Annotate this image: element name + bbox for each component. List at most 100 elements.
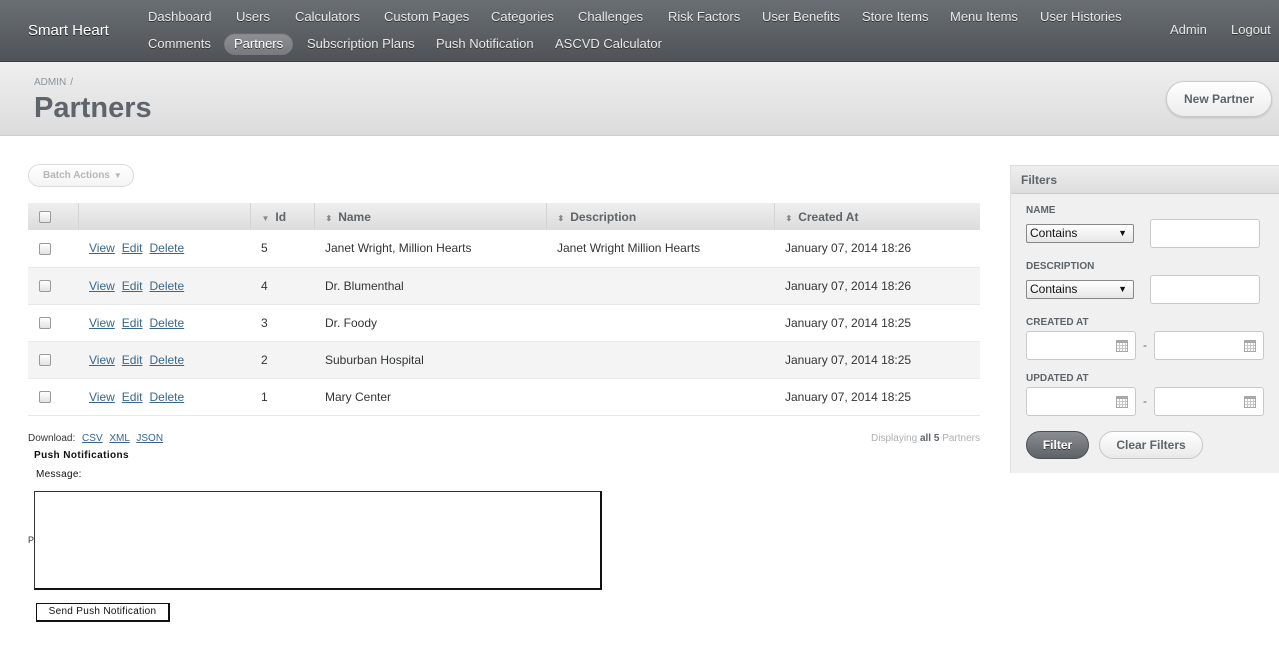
calendar-icon[interactable] bbox=[1116, 340, 1128, 352]
cell-description: Janet Wright Million Hearts bbox=[546, 230, 774, 268]
cell-id: 1 bbox=[250, 378, 314, 416]
edit-link[interactable]: Edit bbox=[122, 241, 143, 255]
admin-link[interactable]: Admin bbox=[1170, 19, 1207, 41]
nav-item-push-notification[interactable]: Push Notification bbox=[426, 33, 544, 55]
filter-name-label: NAME bbox=[1026, 205, 1056, 216]
select-all-checkbox[interactable] bbox=[39, 211, 51, 224]
filters-panel: Filters NAME Contains ▼ DESCRIPTION Conta… bbox=[1010, 165, 1279, 473]
nav-item-custom-pages[interactable]: Custom Pages bbox=[374, 6, 479, 28]
site-title[interactable]: Smart Heart bbox=[28, 22, 109, 39]
delete-link[interactable]: Delete bbox=[149, 279, 184, 293]
clear-filters-button[interactable]: Clear Filters bbox=[1099, 431, 1203, 459]
row-checkbox[interactable] bbox=[39, 317, 51, 330]
pagination-prefix: Displaying bbox=[871, 433, 918, 444]
breadcrumb: ADMIN / bbox=[34, 77, 73, 88]
cell-description bbox=[546, 304, 774, 342]
filter-description-label: DESCRIPTION bbox=[1026, 261, 1095, 272]
row-actions-cell: View Edit Delete bbox=[78, 378, 250, 416]
column-header-id[interactable]: ▼ Id bbox=[250, 203, 315, 230]
dropdown-arrow-icon: ▼ bbox=[1118, 228, 1127, 238]
view-link[interactable]: View bbox=[89, 316, 115, 330]
delete-link[interactable]: Delete bbox=[149, 390, 184, 404]
delete-link[interactable]: Delete bbox=[149, 241, 184, 255]
nav-item-user-benefits[interactable]: User Benefits bbox=[752, 6, 850, 28]
filter-button[interactable]: Filter bbox=[1026, 431, 1089, 459]
edit-link[interactable]: Edit bbox=[122, 353, 143, 367]
filter-description-operator-value: Contains bbox=[1030, 282, 1078, 296]
pagination-count: 5 bbox=[933, 433, 940, 444]
message-label: Message: bbox=[36, 469, 82, 480]
nav-item-challenges[interactable]: Challenges bbox=[568, 6, 653, 28]
row-checkbox[interactable] bbox=[39, 354, 51, 367]
view-link[interactable]: View bbox=[89, 241, 115, 255]
row-actions-cell: View Edit Delete bbox=[78, 230, 250, 268]
filter-description-operator-select[interactable]: Contains ▼ bbox=[1026, 280, 1134, 299]
column-label-id: Id bbox=[275, 209, 287, 224]
cell-description bbox=[546, 378, 774, 416]
column-header-created-at[interactable]: ⬍ Created At bbox=[774, 203, 980, 230]
filter-name-input[interactable] bbox=[1150, 219, 1260, 248]
filter-description-input[interactable] bbox=[1150, 275, 1260, 304]
filter-name-operator-value: Contains bbox=[1030, 226, 1078, 240]
view-link[interactable]: View bbox=[89, 390, 115, 404]
nav-item-menu-items[interactable]: Menu Items bbox=[940, 6, 1028, 28]
nav-item-categories[interactable]: Categories bbox=[481, 6, 564, 28]
nav-item-comments[interactable]: Comments bbox=[138, 33, 221, 55]
new-partner-button[interactable]: New Partner bbox=[1166, 81, 1272, 117]
column-header-description[interactable]: ⬍ Description bbox=[546, 203, 775, 230]
cell-id: 2 bbox=[250, 341, 314, 379]
nav-item-user-histories[interactable]: User Histories bbox=[1030, 6, 1132, 28]
download-json-link[interactable]: JSON bbox=[136, 433, 163, 444]
row-actions-cell: View Edit Delete bbox=[78, 341, 250, 379]
edit-link[interactable]: Edit bbox=[122, 316, 143, 330]
calendar-icon[interactable] bbox=[1244, 340, 1256, 352]
message-textarea[interactable] bbox=[34, 491, 602, 590]
dropdown-arrow-icon: ▼ bbox=[1118, 284, 1127, 294]
table-row: View Edit Delete 1 Mary Center January 07, 20… bbox=[28, 378, 980, 416]
table-row: View Edit Delete 3 Dr. Foody January 07, 2014… bbox=[28, 304, 980, 342]
filter-updated-at-to-input[interactable] bbox=[1154, 387, 1264, 416]
row-checkbox[interactable] bbox=[39, 280, 51, 293]
filter-name-operator-select[interactable]: Contains ▼ bbox=[1026, 224, 1134, 243]
nav-item-risk-factors[interactable]: Risk Factors bbox=[658, 6, 750, 28]
send-push-notification-button[interactable]: Send Push Notification bbox=[36, 603, 170, 622]
row-actions-cell: View Edit Delete bbox=[78, 267, 250, 305]
cell-description bbox=[546, 341, 774, 379]
filter-created-at-from-input[interactable] bbox=[1026, 331, 1136, 360]
nav-item-partners[interactable]: Partners bbox=[224, 33, 294, 55]
edit-link[interactable]: Edit bbox=[122, 279, 143, 293]
column-header-name[interactable]: ⬍ Name bbox=[314, 203, 547, 230]
actions-header bbox=[78, 203, 251, 230]
nav-item-subscription-plans[interactable]: Subscription Plans bbox=[297, 33, 425, 55]
nav-item-dashboard[interactable]: Dashboard bbox=[138, 6, 222, 28]
filter-updated-at-label: UPDATED AT bbox=[1026, 373, 1089, 384]
filter-created-at-to-input[interactable] bbox=[1154, 331, 1264, 360]
batch-actions-dropdown[interactable]: Batch Actions ▼ bbox=[28, 164, 134, 187]
column-label-name: Name bbox=[338, 209, 371, 224]
row-checkbox[interactable] bbox=[39, 243, 51, 256]
row-select-cell bbox=[28, 341, 78, 379]
delete-link[interactable]: Delete bbox=[149, 353, 184, 367]
nav-item-users[interactable]: Users bbox=[226, 6, 280, 28]
caret-down-icon: ▼ bbox=[113, 171, 122, 180]
nav-item-ascvd-calculator[interactable]: ASCVD Calculator bbox=[545, 33, 672, 55]
range-separator: - bbox=[1143, 394, 1147, 408]
nav-item-store-items[interactable]: Store Items bbox=[852, 6, 938, 28]
filter-updated-at-from-input[interactable] bbox=[1026, 387, 1136, 416]
calendar-icon[interactable] bbox=[1116, 396, 1128, 408]
calendar-icon[interactable] bbox=[1244, 396, 1256, 408]
download-csv-link[interactable]: CSV bbox=[82, 433, 103, 444]
row-checkbox[interactable] bbox=[39, 391, 51, 404]
download-xml-link[interactable]: XML bbox=[109, 433, 129, 444]
nav-item-calculators[interactable]: Calculators bbox=[285, 6, 370, 28]
breadcrumb-admin-link[interactable]: ADMIN bbox=[34, 77, 66, 88]
filters-title: Filters bbox=[1011, 166, 1279, 194]
view-link[interactable]: View bbox=[89, 353, 115, 367]
view-link[interactable]: View bbox=[89, 279, 115, 293]
sort-icon: ⬍ bbox=[557, 213, 565, 223]
cell-created-at: January 07, 2014 18:26 bbox=[774, 230, 980, 268]
delete-link[interactable]: Delete bbox=[149, 316, 184, 330]
edit-link[interactable]: Edit bbox=[122, 390, 143, 404]
logout-link[interactable]: Logout bbox=[1231, 19, 1271, 41]
download-label: Download: bbox=[28, 433, 76, 444]
